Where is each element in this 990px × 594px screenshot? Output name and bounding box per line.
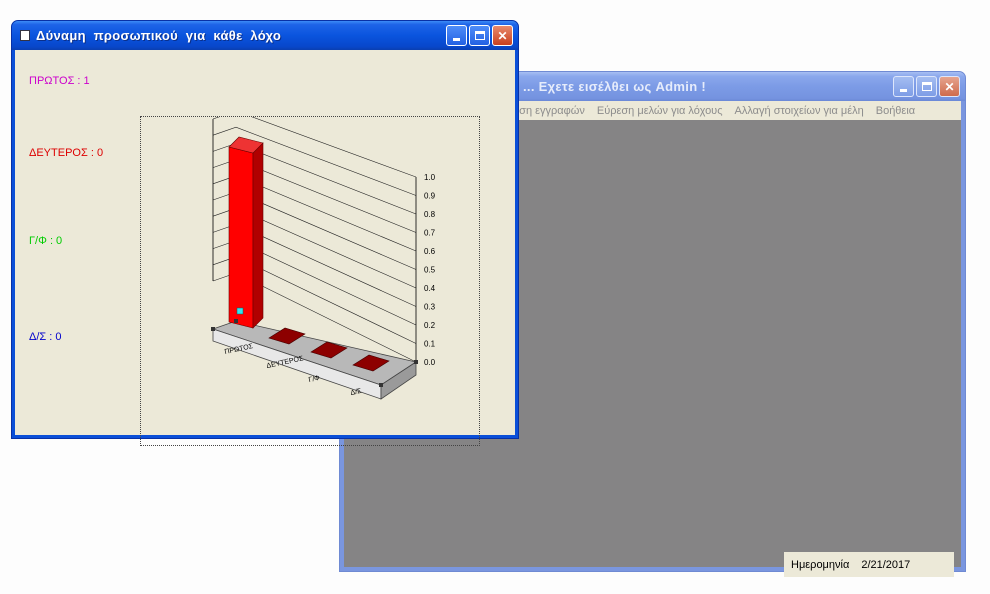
- admin-minimize-button[interactable]: [893, 76, 914, 97]
- chart-client-area: ΠΡΩΤΟΣ : 1 ΔΕΥΤΕΡΟΣ : 0 Γ/Φ : 0 Δ/Σ : 0 …: [15, 50, 515, 446]
- axis-tick-label: 0.5: [424, 266, 436, 275]
- axis-tick-label: 0.1: [424, 340, 436, 349]
- corner-handle: [379, 383, 383, 387]
- axis-tick-label: 1.0: [424, 173, 436, 182]
- menu-item-edit-members[interactable]: Αλλαγή στοιχείων για μέλη: [735, 105, 864, 117]
- app-icon: [20, 30, 30, 41]
- chart-window: Δύναμη προσωπικού για κάθε λόχο ✕ ΠΡΩΤΟΣ…: [11, 20, 519, 446]
- axis-tick-label: 0.2: [424, 321, 436, 330]
- axis-tick-label: 0.0: [424, 358, 436, 367]
- bar-side: [252, 142, 264, 329]
- axis-tick-label: 0.3: [424, 303, 436, 312]
- axis-tick-label: 0.8: [424, 210, 436, 219]
- count-second: ΔΕΥΤΕΡΟΣ : 0: [29, 147, 104, 159]
- menu-item-help[interactable]: Βοήθεια: [876, 105, 915, 117]
- axis-tick-label: 0.6: [424, 247, 436, 256]
- close-icon: ✕: [944, 79, 955, 94]
- gridline: [212, 126, 237, 136]
- count-first: ΠΡΩΤΟΣ : 1: [29, 75, 90, 87]
- axis-tick-label: 0.4: [424, 284, 436, 293]
- chart-window-title: Δύναμη προσωπικού για κάθε λόχο: [36, 28, 282, 43]
- selected-marker: [236, 307, 244, 315]
- count-gf: Γ/Φ : 0: [29, 235, 63, 247]
- date-label: Ημερομηνία: [791, 558, 850, 571]
- admin-window-title: ... Εχετε εισέλθει ως Admin !: [523, 79, 706, 94]
- corner-handle: [234, 319, 238, 323]
- chart-close-button[interactable]: ✕: [492, 25, 513, 46]
- admin-close-button[interactable]: ✕: [939, 76, 960, 97]
- bar-chart: 1.00.90.80.70.60.50.40.30.20.10.0ΠΡΩΤΟΣΔ…: [211, 110, 436, 400]
- close-icon: ✕: [497, 28, 508, 43]
- chart-minimize-button[interactable]: [446, 25, 467, 46]
- menu-item-records[interactable]: ...ση εγγραφών: [510, 105, 585, 117]
- corner-handle: [414, 360, 418, 364]
- menu-item-find-members[interactable]: Εύρεση μελών για λόχους: [597, 105, 723, 117]
- count-ds: Δ/Σ : 0: [29, 331, 62, 343]
- date-panel: Ημερομηνία 2/21/2017: [784, 552, 954, 577]
- date-value: 2/21/2017: [861, 558, 911, 571]
- maximize-icon: [921, 82, 932, 91]
- axis-tick-label: 0.9: [424, 192, 436, 201]
- axis-tick-label: 0.7: [424, 229, 436, 238]
- minimize-icon: [900, 89, 907, 92]
- category-label: Γ/Φ: [308, 375, 321, 384]
- category-label: Δ/Σ: [350, 388, 363, 397]
- chart-maximize-button[interactable]: [469, 25, 490, 46]
- chart-window-titlebar[interactable]: Δύναμη προσωπικού για κάθε λόχο ✕: [12, 21, 518, 50]
- minimize-icon: [453, 38, 460, 41]
- bar-front: [228, 146, 254, 329]
- corner-handle: [211, 327, 215, 331]
- gridline: [212, 110, 237, 120]
- admin-maximize-button[interactable]: [916, 76, 937, 97]
- chart-frame: 1.0 0.9 0.8 0.7 0.6 0.5 0.4 0.3 0.2 0.1 0.0 ΠΡΩΤΟΣ Δ…: [140, 110, 480, 446]
- maximize-icon: [474, 31, 485, 40]
